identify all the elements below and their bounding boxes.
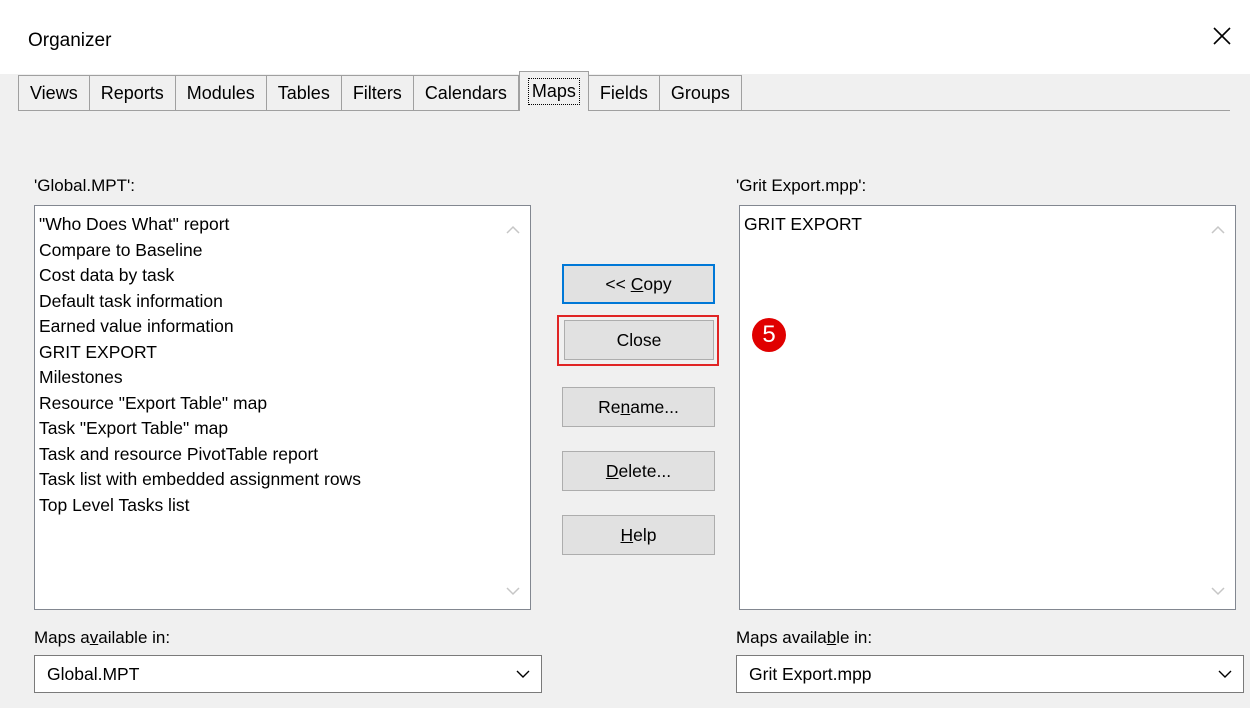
right-list-heading: 'Grit Export.mpp': xyxy=(736,176,867,195)
dialog-title: Organizer xyxy=(28,30,112,51)
title-bar: Organizer xyxy=(0,0,1250,74)
tab-groups[interactable]: Groups xyxy=(659,75,742,111)
tab-divider xyxy=(18,110,1230,111)
list-item[interactable]: GRIT EXPORT xyxy=(744,212,862,238)
chevron-down-icon xyxy=(1218,670,1232,678)
chevron-down-icon xyxy=(516,670,530,678)
close-button-highlight xyxy=(557,315,719,366)
right-scrollbar[interactable] xyxy=(1201,206,1235,609)
list-item[interactable]: Task list with embedded assignment rows xyxy=(39,467,361,493)
list-item[interactable]: "Who Does What" report xyxy=(39,212,361,238)
scroll-down-icon[interactable] xyxy=(1210,583,1226,599)
delete-button[interactable]: Delete... xyxy=(562,451,715,491)
tab-modules[interactable]: Modules xyxy=(175,75,267,111)
scroll-up-icon[interactable] xyxy=(1210,222,1226,238)
left-scrollbar[interactable] xyxy=(496,206,530,609)
left-available-label: Maps available in: xyxy=(34,628,171,647)
tab-views[interactable]: Views xyxy=(18,75,90,111)
right-maps-list[interactable]: GRIT EXPORT xyxy=(739,205,1236,610)
close-icon[interactable] xyxy=(1208,22,1236,50)
list-item[interactable]: Compare to Baseline xyxy=(39,238,361,264)
tab-bar: Views Reports Modules Tables Filters Cal… xyxy=(18,71,742,111)
tab-maps[interactable]: Maps xyxy=(518,71,589,111)
list-item[interactable]: Top Level Tasks list xyxy=(39,493,361,519)
list-item[interactable]: Milestones xyxy=(39,365,361,391)
help-button[interactable]: Help xyxy=(562,515,715,555)
step-badge: 5 xyxy=(752,318,786,352)
tab-reports[interactable]: Reports xyxy=(89,75,176,111)
tab-fields[interactable]: Fields xyxy=(588,75,660,111)
left-source-dropdown[interactable]: Global.MPT xyxy=(34,655,542,693)
tab-filters[interactable]: Filters xyxy=(341,75,414,111)
right-items: GRIT EXPORT xyxy=(744,212,862,238)
right-source-value: Grit Export.mpp xyxy=(749,664,872,684)
scroll-up-icon[interactable] xyxy=(505,222,521,238)
right-available-label: Maps available in: xyxy=(736,628,873,647)
list-item[interactable]: Task and resource PivotTable report xyxy=(39,442,361,468)
right-source-dropdown[interactable]: Grit Export.mpp xyxy=(736,655,1244,693)
copy-button[interactable]: << Copy xyxy=(562,264,715,304)
list-item[interactable]: GRIT EXPORT xyxy=(39,340,361,366)
list-item[interactable]: Resource "Export Table" map xyxy=(39,391,361,417)
left-items: "Who Does What" report Compare to Baselin… xyxy=(39,212,361,518)
list-item[interactable]: Cost data by task xyxy=(39,263,361,289)
scroll-down-icon[interactable] xyxy=(505,583,521,599)
left-list-heading: 'Global.MPT': xyxy=(34,176,135,195)
list-item[interactable]: Default task information xyxy=(39,289,361,315)
tab-calendars[interactable]: Calendars xyxy=(413,75,519,111)
left-maps-list[interactable]: "Who Does What" report Compare to Baselin… xyxy=(34,205,531,610)
left-source-value: Global.MPT xyxy=(47,664,140,684)
rename-button[interactable]: Re n ame... xyxy=(562,387,715,427)
list-item[interactable]: Earned value information xyxy=(39,314,361,340)
list-item[interactable]: Task "Export Table" map xyxy=(39,416,361,442)
tab-tables[interactable]: Tables xyxy=(266,75,342,111)
